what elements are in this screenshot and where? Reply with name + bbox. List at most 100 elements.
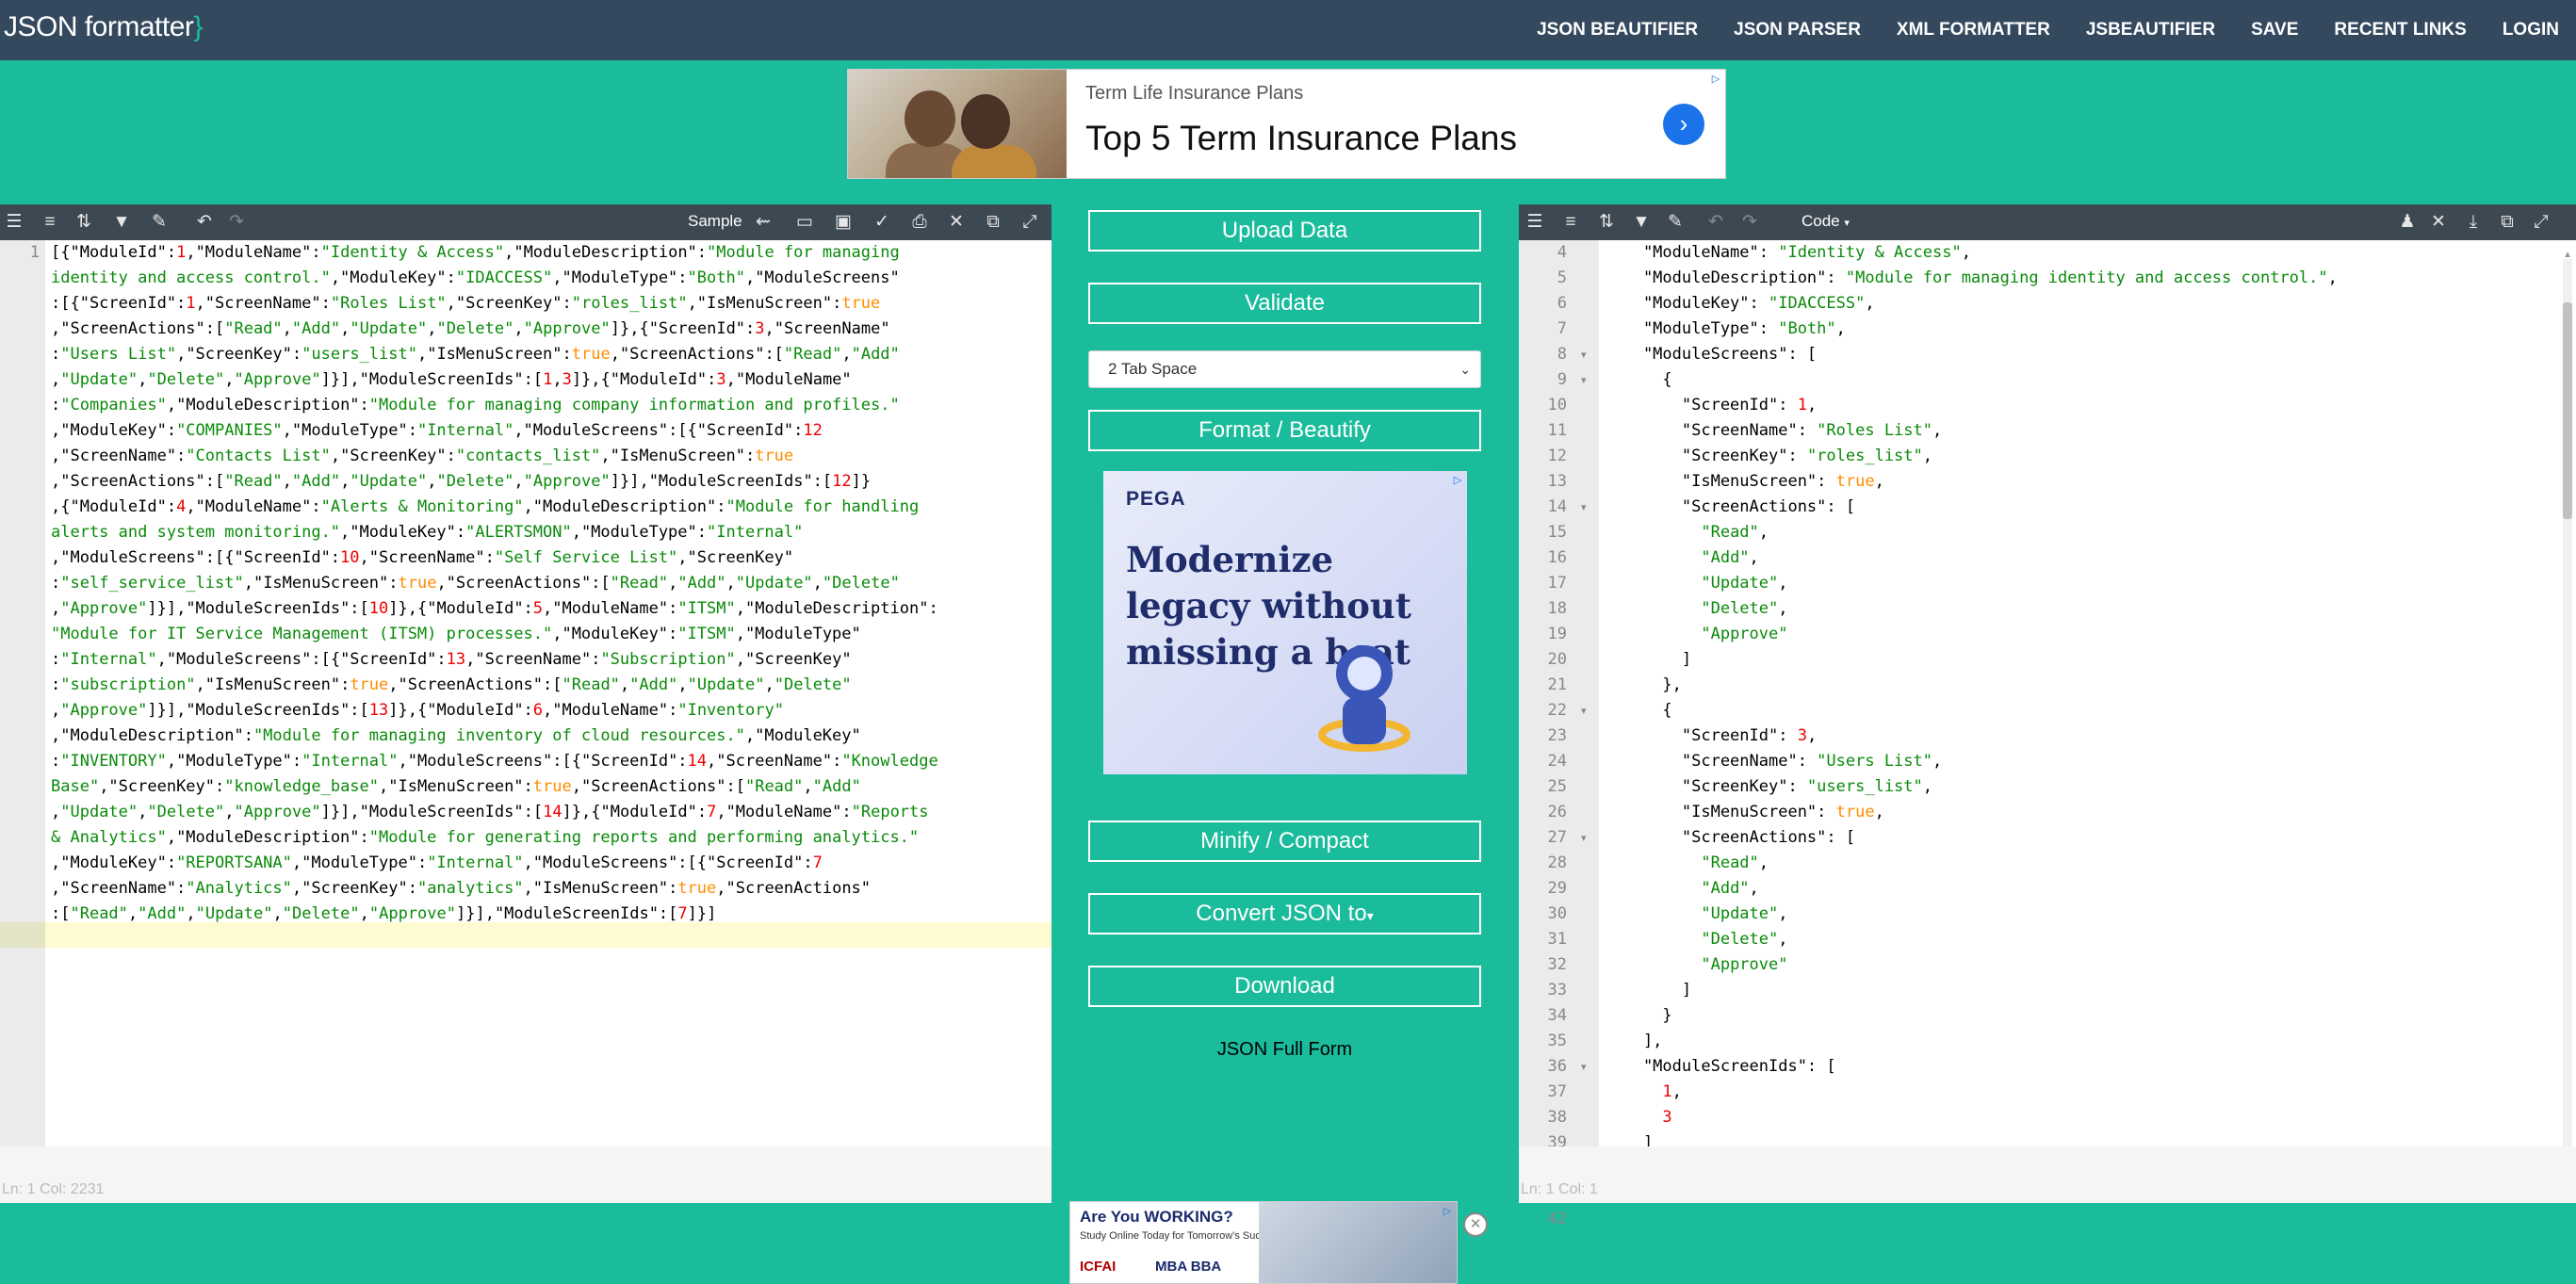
- wrench-icon[interactable]: ✎: [1663, 209, 1687, 236]
- fold-toggle-icon[interactable]: ▾: [1581, 705, 1587, 717]
- code-line: "Update",: [1701, 904, 1788, 923]
- save-icon[interactable]: ▣: [831, 209, 856, 236]
- output-editor-toolbar: ☰ ≡ ⇅ ▼ ✎ ↶ ↷ Code ▾ ♟ ✕ ⤓ ⧉ ⤢: [1519, 204, 2576, 240]
- logo-text: JSON formatter: [4, 11, 194, 42]
- line-number: 13: [1547, 472, 1567, 491]
- adchoices-icon[interactable]: ▷: [1450, 473, 1465, 488]
- adchoices-icon[interactable]: ▷: [1440, 1204, 1455, 1219]
- code-line: :[{"ScreenId":1,"ScreenName":"Roles List…: [51, 294, 881, 313]
- code-line: identity and access control.","ModuleKey…: [51, 268, 900, 287]
- sort-icon[interactable]: ⇅: [72, 209, 96, 236]
- tab-space-select[interactable]: 2 Tab Space ⌄: [1088, 350, 1481, 388]
- minify-compact-button[interactable]: Minify / Compact: [1088, 821, 1481, 862]
- code-line: ,"ModuleDescription":"Module for managin…: [51, 726, 861, 745]
- code-line: "Delete",: [1701, 599, 1788, 618]
- fold-toggle-icon[interactable]: ▾: [1581, 1061, 1587, 1073]
- code-line: "IsMenuScreen": true,: [1605, 472, 1884, 491]
- format-icon[interactable]: ☰: [1523, 209, 1547, 236]
- nav-jsbeautifier[interactable]: JSBEAUTIFIER: [2086, 20, 2215, 41]
- tree-icon[interactable]: ♟: [2395, 209, 2420, 236]
- top-nav-bar: JSON formatter} JSON BEAUTIFIER JSON PAR…: [0, 0, 2576, 60]
- code-line: 3: [1662, 1108, 1672, 1127]
- ad-banner-bottom[interactable]: Are You WORKING? Study Online Today for …: [1069, 1201, 1458, 1284]
- nav-save[interactable]: SAVE: [2251, 20, 2298, 41]
- filter-icon[interactable]: ▼: [1629, 209, 1654, 236]
- sample-icon[interactable]: ⇜: [751, 209, 775, 236]
- adchoices-icon[interactable]: ▷: [1708, 72, 1723, 87]
- line-number: 33: [1547, 981, 1567, 1000]
- code-line: "ScreenName": "Roles List",: [1605, 421, 1943, 440]
- sort-icon[interactable]: ⇅: [1594, 209, 1619, 236]
- code-line: ,"ScreenName":"Analytics","ScreenKey":"a…: [51, 879, 872, 898]
- code-line: :["Read","Add","Update","Delete","Approv…: [51, 904, 717, 923]
- site-logo[interactable]: JSON formatter}: [4, 11, 203, 43]
- output-scrollbar[interactable]: [2563, 259, 2572, 1182]
- line-number: 8: [1557, 345, 1567, 364]
- ad-flag-icon[interactable]: ⚑: [1463, 1242, 1484, 1269]
- line-number: 34: [1547, 1006, 1567, 1025]
- ad-photo: [848, 70, 1067, 178]
- line-number: 1: [29, 243, 40, 262]
- format-icon[interactable]: ☰: [2, 209, 26, 236]
- upload-data-button[interactable]: Upload Data: [1088, 210, 1481, 252]
- clear-icon[interactable]: ✕: [2426, 209, 2451, 236]
- line-number: 23: [1547, 726, 1567, 745]
- copy-icon[interactable]: ⧉: [2495, 209, 2519, 236]
- ad-banner-top[interactable]: Term Life Insurance Plans Top 5 Term Ins…: [847, 69, 1726, 179]
- fold-toggle-icon[interactable]: ▾: [1581, 501, 1587, 513]
- check-icon[interactable]: ✓: [870, 209, 894, 236]
- code-line: "Approve": [1701, 955, 1788, 974]
- download-button[interactable]: Download: [1088, 966, 1481, 1007]
- code-line: "ModuleScreens": [: [1605, 345, 1818, 364]
- nav-login[interactable]: LOGIN: [2503, 20, 2559, 41]
- copy-icon[interactable]: ⧉: [981, 209, 1005, 236]
- ad-pega[interactable]: PEGA Modernize legacy without missing a …: [1103, 471, 1467, 774]
- open-folder-icon[interactable]: ▭: [792, 209, 817, 236]
- undo-icon[interactable]: ↶: [1704, 209, 1728, 236]
- input-code-area[interactable]: [{"ModuleId":1,"ModuleName":"Identity & …: [45, 240, 1052, 1203]
- output-code-area[interactable]: "ModuleName": "Identity & Access", "Modu…: [1599, 240, 2557, 1203]
- nav-xml-formatter[interactable]: XML FORMATTER: [1897, 20, 2050, 41]
- fold-toggle-icon[interactable]: ▾: [1581, 349, 1587, 361]
- code-line: ]: [1605, 650, 1692, 669]
- redo-icon[interactable]: ↷: [1737, 209, 1762, 236]
- fold-toggle-icon[interactable]: ▾: [1581, 832, 1587, 844]
- filter-icon[interactable]: ▼: [109, 209, 134, 236]
- scroll-up-icon[interactable]: ▲: [2563, 250, 2572, 260]
- download-icon[interactable]: ⤓: [2461, 209, 2486, 236]
- line-number: 20: [1547, 650, 1567, 669]
- ad-bottom-photo: [1259, 1202, 1457, 1283]
- compact-icon[interactable]: ≡: [38, 209, 62, 236]
- code-line: ]: [1605, 981, 1692, 1000]
- compact-icon[interactable]: ≡: [1558, 209, 1583, 236]
- line-number: 12: [1547, 447, 1567, 465]
- convert-json-button[interactable]: Convert JSON to▾: [1088, 893, 1481, 935]
- close-icon[interactable]: ✕: [1463, 1212, 1488, 1237]
- nav-recent-links[interactable]: RECENT LINKS: [2334, 20, 2466, 41]
- fullscreen-icon[interactable]: ⤢: [1018, 209, 1042, 236]
- sample-button[interactable]: Sample: [688, 212, 742, 231]
- logo-brace: }: [193, 11, 203, 42]
- fold-toggle-icon[interactable]: ▾: [1581, 374, 1587, 386]
- clear-icon[interactable]: ✕: [944, 209, 969, 236]
- code-line: "ScreenActions": [: [1605, 828, 1856, 847]
- ad-subtitle: Term Life Insurance Plans: [1085, 83, 1304, 104]
- undo-icon[interactable]: ↶: [192, 209, 217, 236]
- nav-json-parser[interactable]: JSON PARSER: [1734, 20, 1861, 41]
- line-number: 11: [1547, 421, 1567, 440]
- line-number: 37: [1547, 1082, 1567, 1101]
- ad-bottom-headline: Are You WORKING?: [1080, 1208, 1233, 1226]
- output-cursor-status: Ln: 1 Col: 1: [1521, 1181, 1598, 1197]
- fullscreen-icon[interactable]: ⤢: [2529, 209, 2553, 236]
- code-line: ,{"ModuleId":4,"ModuleName":"Alerts & Mo…: [51, 497, 920, 516]
- validate-button[interactable]: Validate: [1088, 283, 1481, 324]
- scrollbar-thumb[interactable]: [2563, 302, 2572, 519]
- print-icon[interactable]: ⎙: [907, 209, 932, 236]
- chevron-right-icon[interactable]: ›: [1663, 104, 1704, 145]
- redo-icon[interactable]: ↷: [224, 209, 249, 236]
- mode-dropdown[interactable]: Code ▾: [1802, 212, 1850, 231]
- nav-json-beautifier[interactable]: JSON BEAUTIFIER: [1537, 20, 1698, 41]
- json-full-form-link[interactable]: JSON Full Form: [1088, 1039, 1481, 1061]
- format-beautify-button[interactable]: Format / Beautify: [1088, 410, 1481, 451]
- wrench-icon[interactable]: ✎: [147, 209, 171, 236]
